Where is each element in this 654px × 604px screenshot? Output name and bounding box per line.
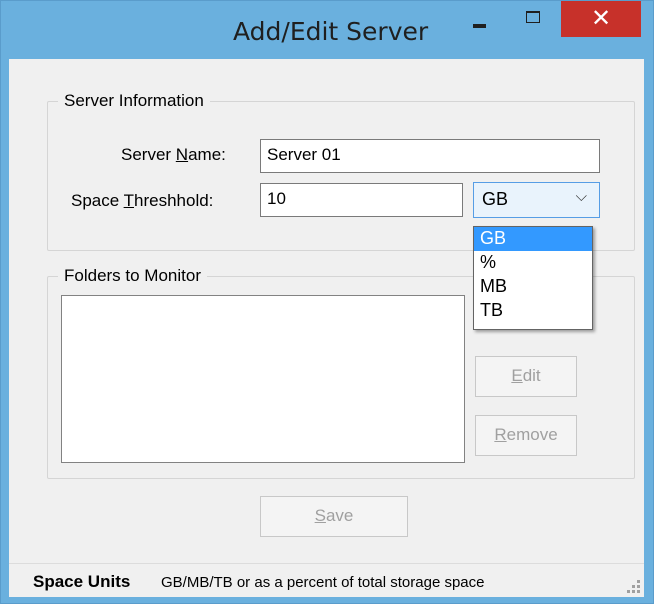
- status-text: GB/MB/TB or as a percent of total storag…: [161, 574, 485, 591]
- minimize-icon: [473, 24, 486, 28]
- chevron-down-icon: ⌵: [575, 188, 587, 205]
- space-threshold-input[interactable]: 10: [260, 183, 463, 217]
- save-button[interactable]: Save: [260, 496, 408, 537]
- status-title: Space Units: [33, 572, 131, 591]
- unit-option-mb[interactable]: MB: [474, 275, 592, 299]
- dialog-body: Server Information Server Name: Server 0…: [9, 59, 644, 563]
- resize-grip-icon[interactable]: [626, 579, 640, 593]
- unit-option-gb[interactable]: GB: [474, 227, 592, 251]
- close-icon: ✕: [590, 4, 612, 32]
- edit-button[interactable]: Edit: [475, 356, 577, 397]
- maximize-icon: [526, 11, 540, 23]
- server-name-input[interactable]: Server 01: [260, 139, 600, 173]
- folders-to-monitor-legend: Folders to Monitor: [58, 266, 207, 286]
- server-information-legend: Server Information: [58, 91, 210, 111]
- remove-button[interactable]: Remove: [475, 415, 577, 456]
- unit-select-value: GB: [482, 189, 509, 209]
- status-bar: Space Units GB/MB/TB or as a percent of …: [9, 563, 644, 597]
- window-title: Add/Edit Server: [233, 17, 429, 46]
- server-name-label: Server Name:: [121, 145, 226, 164]
- unit-option-percent[interactable]: %: [474, 251, 592, 275]
- unit-option-tb[interactable]: TB: [474, 299, 592, 323]
- minimize-button[interactable]: [451, 1, 507, 41]
- dialog-window: Add/Edit Server ✕ Server Information Ser…: [0, 0, 654, 604]
- unit-select[interactable]: GB ⌵: [473, 182, 600, 218]
- space-threshold-label: Space Threshhold:: [71, 191, 214, 210]
- unit-dropdown-list[interactable]: GB % MB TB: [473, 226, 593, 330]
- folders-list[interactable]: [61, 295, 465, 463]
- title-bar[interactable]: Add/Edit Server ✕: [1, 1, 653, 59]
- maximize-button[interactable]: [507, 1, 559, 41]
- close-button[interactable]: ✕: [561, 1, 641, 37]
